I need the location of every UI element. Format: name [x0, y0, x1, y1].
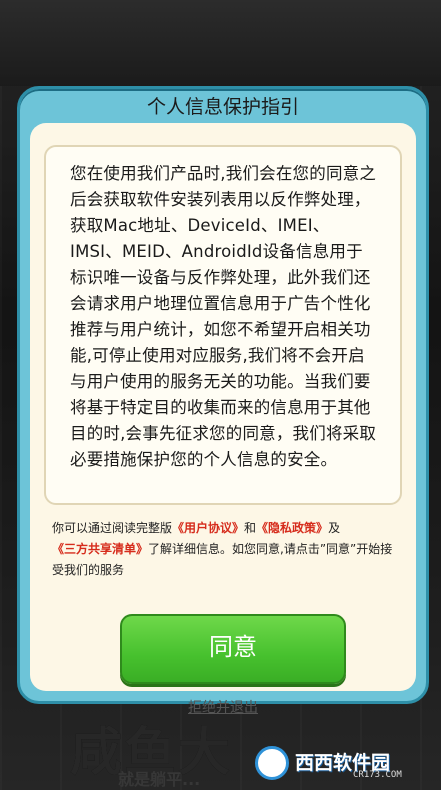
privacy-dialog: 个人信息保护指引 您在使用我们产品时,我们会在您的同意之后会获取软件安装列表用以… — [17, 86, 429, 716]
user-agreement-link[interactable]: 《用户协议》 — [172, 521, 244, 535]
notice-and-2: 及 — [328, 521, 341, 535]
privacy-policy-link[interactable]: 《隐私政策》 — [256, 521, 328, 535]
policy-text-panel[interactable]: 您在使用我们产品时,我们会在您的同意之后会获取软件安装列表用以反作弊处理，获取M… — [44, 145, 402, 505]
agreement-notice: 你可以通过阅读完整版《用户协议》和《隐私政策》及 《三方共享清单》了解详细信息。如… — [52, 518, 402, 581]
agree-button[interactable]: 同意 — [120, 614, 346, 684]
notice-and: 和 — [244, 521, 257, 535]
notice-text-1: 你可以通过阅读完整版 — [52, 521, 173, 535]
watermark-domain: CR173.COM — [353, 770, 402, 780]
watermark-logo-icon — [255, 746, 289, 780]
policy-text: 您在使用我们产品时,我们会在您的同意之后会获取软件安装列表用以反作弊处理，获取M… — [70, 164, 377, 469]
reject-and-exit-link[interactable]: 拒绝并退出 — [30, 697, 416, 717]
dialog-body: 您在使用我们产品时,我们会在您的同意之后会获取软件安装列表用以反作弊处理，获取M… — [30, 123, 416, 716]
dialog-title: 个人信息保护指引 — [146, 96, 299, 118]
third-party-list-link[interactable]: 《三方共享清单》 — [52, 542, 148, 556]
site-watermark: 西西软件园 CR173.COM — [255, 746, 433, 782]
